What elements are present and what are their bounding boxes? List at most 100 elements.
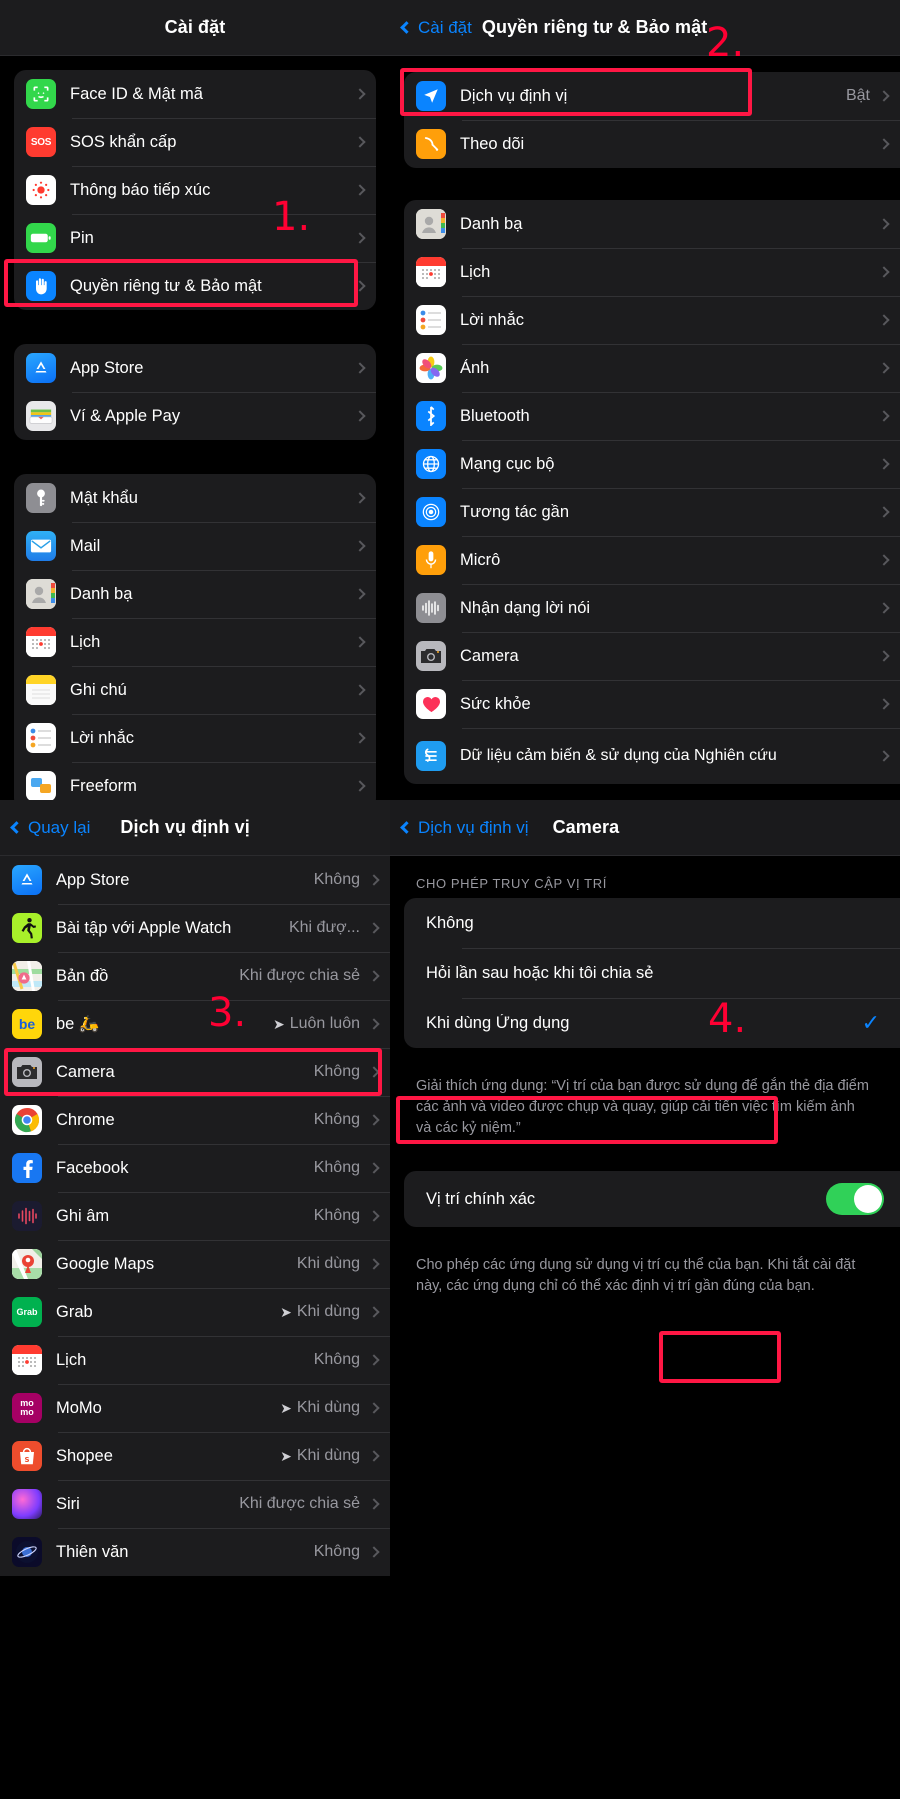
list-item-label: Chrome — [56, 1110, 115, 1129]
reminders-icon — [26, 723, 56, 753]
list-item[interactable]: Grab Grab ➤ Khi dùng — [0, 1288, 390, 1336]
sidebar-item-faceid[interactable]: Face ID & Mật mã — [14, 70, 376, 118]
sidebar-item-passwords[interactable]: Mật khẩu — [14, 474, 376, 522]
sidebar-item-label: SOS khẩn cấp — [70, 132, 177, 151]
option-ask-next-time[interactable]: Hỏi lần sau hoặc khi tôi chia sẻ — [404, 948, 900, 998]
notes-icon — [26, 675, 56, 705]
list-item-value: Không — [313, 1159, 360, 1176]
nearby-interactions-icon — [416, 497, 446, 527]
chevron-left-icon — [400, 821, 413, 834]
chevron-right-icon — [368, 1498, 380, 1510]
list-item-label: Lịch — [460, 262, 491, 281]
sidebar-item-exposure[interactable]: Thông báo tiếp xúc — [14, 166, 376, 214]
list-item-microphone[interactable]: Micrô — [404, 536, 900, 584]
list-item[interactable]: App Store Không — [0, 856, 390, 904]
back-button[interactable]: Dịch vụ định vị — [400, 817, 529, 838]
option-label: Khi dùng Ứng dụng — [426, 1013, 570, 1032]
privacy-group-1: Dịch vụ định vị Bật Theo dõi — [404, 72, 900, 168]
highlight-box-precise-toggle — [659, 1331, 781, 1383]
list-item[interactable]: Lịch Không — [0, 1336, 390, 1384]
section-header-location-access: CHO PHÉP TRUY CẬP VỊ TRÍ — [416, 876, 607, 891]
sidebar-item-freeform[interactable]: Freeform — [14, 762, 376, 800]
list-item-label: Bluetooth — [460, 406, 530, 425]
sidebar-item-privacy[interactable]: Quyền riêng tư & Bảo mật — [14, 262, 376, 310]
list-item-health[interactable]: Sức khỏe — [404, 680, 900, 728]
list-item[interactable]: mo mo MoMo ➤ Khi dùng — [0, 1384, 390, 1432]
back-button-label: Dịch vụ định vị — [418, 817, 529, 837]
momo-icon: mo mo — [12, 1393, 42, 1423]
list-item[interactable]: Bài tập với Apple Watch Khi đượ... — [0, 904, 390, 952]
list-item-value: Không — [313, 871, 360, 888]
chevron-right-icon — [354, 492, 366, 504]
list-item-label: Bản đồ — [56, 966, 109, 985]
list-item-label: Lịch — [56, 1350, 87, 1369]
list-item[interactable]: S Shopee ➤ Khi dùng — [0, 1432, 390, 1480]
list-item-reminders[interactable]: Lời nhắc — [404, 296, 900, 344]
list-item-contacts[interactable]: Danh bạ — [404, 200, 900, 248]
privacy-navbar: Cài đặt Quyền riêng tư & Bảo mật — [390, 0, 900, 56]
step-marker-3: 3. — [208, 990, 247, 1036]
chevron-right-icon — [354, 184, 366, 196]
sidebar-item-app-store[interactable]: App Store — [14, 344, 376, 392]
health-icon — [416, 689, 446, 719]
list-item-speech-recognition[interactable]: Nhận dạng lời nói — [404, 584, 900, 632]
list-item-location-services[interactable]: Dịch vụ định vị Bật — [404, 72, 900, 120]
precise-location-toggle[interactable] — [826, 1183, 884, 1216]
purpose-explanation: Giải thích ứng dụng: “Vị trí của bạn đượ… — [416, 1078, 869, 1137]
sidebar-item-sos[interactable]: SOS SOS khẩn cấp — [14, 118, 376, 166]
sidebar-item-calendar[interactable]: Lịch — [14, 618, 376, 666]
list-item[interactable]: Facebook Không — [0, 1144, 390, 1192]
list-item-label: Camera — [56, 1062, 115, 1081]
option-while-using-app[interactable]: Khi dùng Ứng dụng ✓ — [404, 998, 900, 1048]
chevron-right-icon — [368, 1162, 380, 1174]
list-item[interactable]: Ghi âm Không — [0, 1192, 390, 1240]
camera-navbar: Dịch vụ định vị Camera — [390, 800, 900, 856]
chevron-right-icon — [878, 314, 890, 326]
bluetooth-icon — [416, 401, 446, 431]
list-item-nearby-interactions[interactable]: Tương tác gần — [404, 488, 900, 536]
sidebar-item-notes[interactable]: Ghi chú — [14, 666, 376, 714]
location-access-options: Không Hỏi lần sau hoặc khi tôi chia sẻ K… — [404, 898, 900, 1048]
chevron-right-icon — [368, 1258, 380, 1270]
chevron-right-icon — [354, 588, 366, 600]
list-item-value: Khi dùng — [296, 1255, 360, 1272]
calendar-icon — [26, 627, 56, 657]
camera-icon — [12, 1057, 42, 1087]
list-item[interactable]: Google Maps Khi dùng — [0, 1240, 390, 1288]
sidebar-item-reminders[interactable]: Lời nhắc — [14, 714, 376, 762]
list-item[interactable]: Bản đồ Khi được chia sẻ — [0, 952, 390, 1000]
list-item-label: Thiên văn — [56, 1542, 129, 1561]
reminders-icon — [416, 305, 446, 335]
back-button[interactable]: Cài đặt — [400, 18, 472, 38]
list-item-research-sensor[interactable]: Dữ liệu cảm biến & sử dụng của Nghiên cứ… — [404, 728, 900, 784]
location-app-list: App Store Không Bài tập với Apple Watch … — [0, 856, 390, 1576]
back-button[interactable]: Quay lại — [10, 818, 90, 838]
list-item[interactable]: be be 🛵 ➤ Luôn luôn — [0, 1000, 390, 1048]
chevron-right-icon — [354, 636, 366, 648]
option-never[interactable]: Không — [404, 898, 900, 948]
list-item-local-network[interactable]: Mạng cục bộ — [404, 440, 900, 488]
list-item[interactable]: Camera Không — [0, 1048, 390, 1096]
calendar-icon — [12, 1345, 42, 1375]
list-item-photos[interactable]: Ảnh — [404, 344, 900, 392]
list-item-camera[interactable]: Camera — [404, 632, 900, 680]
screenshot-root: Cài đặt Face ID & Mật mã SOS SOS khẩn cấ… — [0, 0, 900, 1799]
chevron-right-icon — [878, 218, 890, 230]
precise-location-row[interactable]: Vị trí chính xác — [404, 1171, 900, 1227]
list-item[interactable]: Siri Khi được chia sẻ — [0, 1480, 390, 1528]
option-label: Không — [426, 913, 474, 932]
chevron-right-icon — [368, 1210, 380, 1222]
sidebar-item-contacts[interactable]: Danh bạ — [14, 570, 376, 618]
location-arrow-icon: ➤ — [272, 1015, 285, 1032]
list-item-tracking[interactable]: Theo dõi — [404, 120, 900, 168]
list-item[interactable]: Thiên văn Không — [0, 1528, 390, 1576]
battery-icon — [26, 223, 56, 253]
sidebar-item-mail[interactable]: Mail — [14, 522, 376, 570]
chevron-right-icon — [354, 136, 366, 148]
sidebar-item-wallet[interactable]: Ví & Apple Pay — [14, 392, 376, 440]
sidebar-item-battery[interactable]: Pin — [14, 214, 376, 262]
list-item-bluetooth[interactable]: Bluetooth — [404, 392, 900, 440]
list-item[interactable]: Chrome Không — [0, 1096, 390, 1144]
chevron-right-icon — [878, 362, 890, 374]
list-item-calendar[interactable]: Lịch — [404, 248, 900, 296]
